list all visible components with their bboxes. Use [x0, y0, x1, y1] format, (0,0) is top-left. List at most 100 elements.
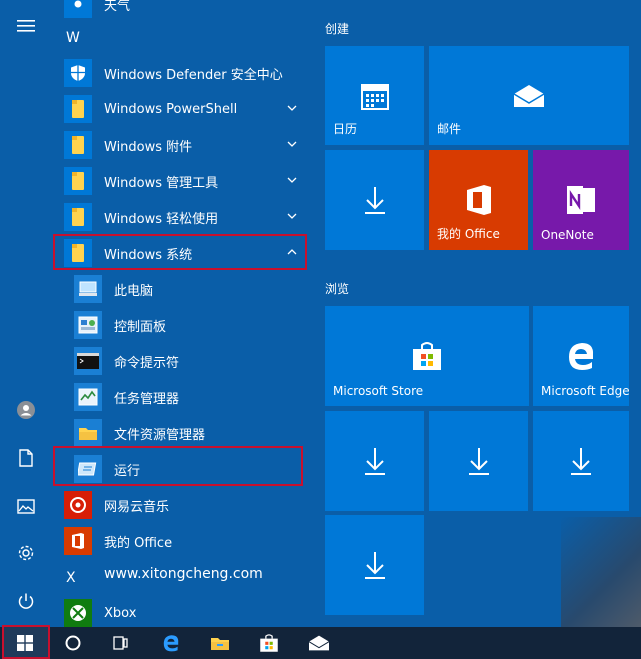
tile-download-5[interactable]: [325, 515, 424, 615]
expand-menu-button[interactable]: [0, 4, 52, 48]
tile-microsoft-store[interactable]: Microsoft Store: [325, 306, 529, 406]
user-avatar-icon: [17, 401, 35, 419]
app-label: 网易云音乐: [104, 499, 170, 515]
chevron-down-icon[interactable]: [284, 172, 300, 188]
download-icon: [571, 448, 591, 475]
app-weather[interactable]: 天气: [64, 0, 310, 22]
app-my-office[interactable]: 我的 Office: [64, 523, 310, 559]
download-icon: [468, 448, 489, 475]
group-title-create[interactable]: 创建: [325, 20, 349, 37]
power-button[interactable]: [0, 579, 52, 623]
tile-microsoft-edge[interactable]: Microsoft Edge: [533, 306, 630, 406]
folder-label: Windows PowerShell: [104, 101, 238, 117]
tile-my-office[interactable]: 我的 Office: [429, 150, 528, 250]
settings-button[interactable]: [0, 531, 52, 575]
tile-label: 邮件: [437, 122, 462, 136]
computer-icon: [74, 275, 102, 303]
task-view-button[interactable]: [97, 627, 143, 659]
chevron-down-icon[interactable]: [284, 208, 300, 224]
task-manager-icon: [74, 383, 102, 411]
document-icon: [19, 449, 33, 467]
folder-label: Windows 轻松使用: [104, 211, 219, 227]
power-icon: [18, 593, 34, 609]
folder-icon: [64, 167, 92, 195]
app-label: 控制面板: [114, 319, 167, 335]
tile-label: Microsoft Store: [333, 384, 424, 398]
download-icon: [364, 552, 385, 579]
folder-label: Windows 附件: [104, 139, 193, 155]
store-icon: [260, 634, 278, 652]
tile-download-3[interactable]: [429, 411, 528, 511]
calendar-icon: [360, 83, 389, 110]
command-prompt-icon: [74, 347, 102, 375]
highlight-windows-system: [53, 234, 307, 270]
pictures-button[interactable]: [0, 484, 52, 528]
user-button[interactable]: [0, 388, 52, 432]
tile-calendar[interactable]: 日历: [325, 46, 424, 145]
app-command-prompt[interactable]: 命令提示符: [74, 343, 310, 379]
taskbar-file-explorer[interactable]: [197, 627, 243, 659]
tile-download-4[interactable]: [533, 411, 629, 511]
tile-download-1[interactable]: [325, 150, 424, 250]
app-control-panel[interactable]: 控制面板: [74, 307, 310, 343]
app-label: 此电脑: [114, 283, 154, 299]
app-xbox[interactable]: Xbox: [64, 595, 310, 627]
taskbar-edge[interactable]: [148, 627, 194, 659]
tile-mail[interactable]: 邮件: [429, 46, 629, 145]
task-view-icon: [113, 636, 128, 650]
documents-button[interactable]: [0, 436, 52, 480]
tile-label: 日历: [333, 122, 358, 136]
folder-windows-powershell[interactable]: Windows PowerShell: [64, 91, 310, 127]
app-label: 我的 Office: [104, 535, 173, 551]
tile-onenote[interactable]: OneNote: [533, 150, 629, 250]
app-list: 天气 W Windows Defender 安全中心 Windows Power…: [52, 0, 310, 627]
app-label: 命令提示符: [114, 355, 180, 371]
tile-label: OneNote: [541, 228, 594, 242]
folder-icon: [64, 95, 92, 123]
letter-header-w[interactable]: W: [66, 30, 80, 46]
file-explorer-icon: [74, 419, 102, 447]
store-icon: [413, 342, 441, 370]
edge-icon: [163, 635, 179, 652]
wallpaper-rock-decoration: [561, 517, 641, 627]
control-panel-icon: [74, 311, 102, 339]
app-task-manager[interactable]: 任务管理器: [74, 379, 310, 415]
taskbar-mail[interactable]: [296, 627, 342, 659]
tile-download-2[interactable]: [325, 411, 424, 511]
cortana-button[interactable]: [50, 627, 96, 659]
gear-icon: [18, 545, 34, 561]
tile-label: 我的 Office: [437, 227, 500, 241]
edge-icon: [569, 343, 594, 370]
tile-label: Microsoft Edge: [541, 384, 630, 398]
app-label: Xbox: [104, 605, 137, 621]
letter-header-x[interactable]: X: [66, 570, 76, 586]
app-this-pc[interactable]: 此电脑: [74, 271, 310, 307]
watermark-text: www.xitongcheng.com: [104, 566, 263, 582]
folder-windows-admin-tools[interactable]: Windows 管理工具: [64, 163, 310, 199]
folder-windows-accessories[interactable]: Windows 附件: [64, 127, 310, 163]
download-icon: [364, 448, 385, 475]
app-netease-music[interactable]: 网易云音乐: [64, 487, 310, 523]
netease-music-icon: [64, 491, 92, 519]
app-label: 天气: [104, 0, 131, 14]
onenote-icon: [567, 186, 595, 214]
app-label: 文件资源管理器: [114, 427, 206, 443]
shield-icon: [64, 59, 92, 87]
mail-icon: [513, 84, 545, 107]
chevron-down-icon[interactable]: [284, 100, 300, 116]
highlight-start-button: [2, 625, 50, 659]
taskbar: [0, 627, 641, 659]
folder-label: Windows 管理工具: [104, 175, 219, 191]
chevron-down-icon[interactable]: [284, 136, 300, 152]
office-icon: [466, 185, 491, 215]
office-icon: [64, 527, 92, 555]
folder-windows-ease-of-access[interactable]: Windows 轻松使用: [64, 199, 310, 235]
group-title-browse[interactable]: 浏览: [325, 280, 349, 297]
app-label: Windows Defender 安全中心: [104, 67, 283, 83]
app-label: 任务管理器: [114, 391, 180, 407]
app-windows-defender[interactable]: Windows Defender 安全中心: [64, 55, 310, 91]
mail-icon: [308, 635, 330, 651]
left-rail: [0, 0, 52, 627]
taskbar-store[interactable]: [246, 627, 292, 659]
folder-icon: [64, 131, 92, 159]
